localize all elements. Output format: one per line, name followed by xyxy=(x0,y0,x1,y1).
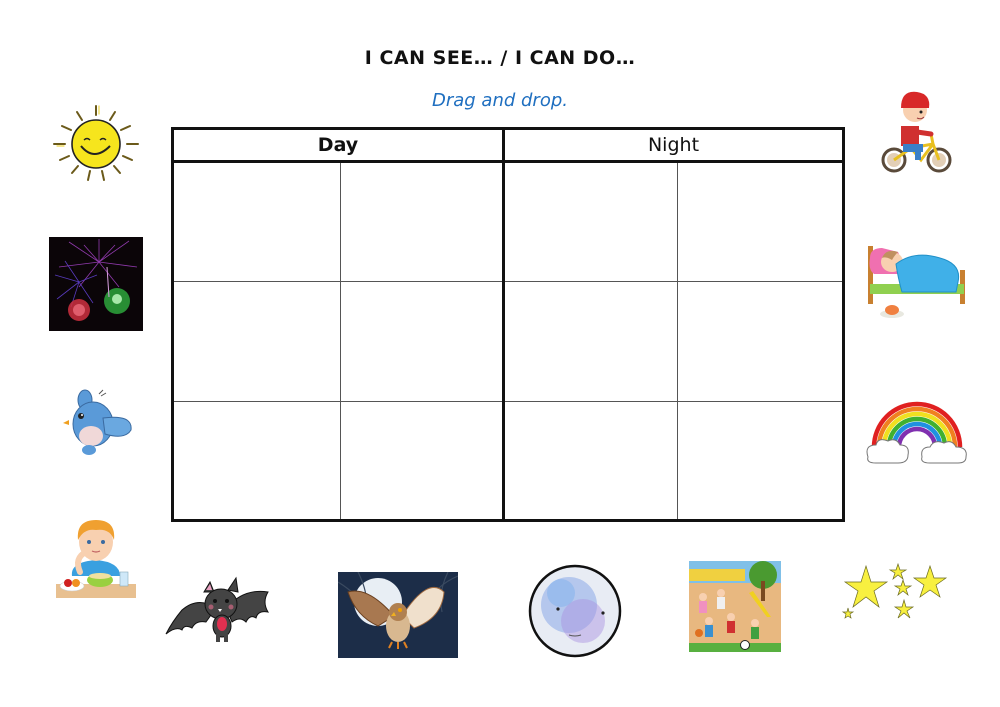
boy-eating-icon xyxy=(56,520,136,598)
worksheet-title: I CAN SEE… / I CAN DO… xyxy=(364,47,636,69)
card-moon[interactable] xyxy=(527,563,623,659)
drop-zone-day[interactable] xyxy=(174,402,340,519)
card-sun[interactable] xyxy=(44,100,148,188)
card-owl[interactable] xyxy=(338,572,458,658)
bird-icon xyxy=(63,389,132,455)
drop-zone-night[interactable] xyxy=(505,163,677,281)
playground-icon xyxy=(689,561,781,652)
drop-zone-night[interactable] xyxy=(505,282,677,401)
sun-icon xyxy=(53,105,139,181)
card-rainbow[interactable] xyxy=(864,395,970,471)
card-stars[interactable] xyxy=(838,558,950,626)
drop-zone-night[interactable] xyxy=(678,163,842,281)
column-header-night: Night xyxy=(647,134,700,156)
drop-zone-day[interactable] xyxy=(341,402,502,519)
drop-zone-day[interactable] xyxy=(341,282,502,401)
owl-icon xyxy=(338,572,458,658)
instruction-text: Drag and drop. xyxy=(431,90,568,111)
card-bike[interactable] xyxy=(881,86,953,178)
moon-icon xyxy=(528,564,622,658)
fireworks-icon xyxy=(49,237,143,331)
stars-icon xyxy=(841,562,948,619)
drop-zone-day[interactable] xyxy=(341,163,502,281)
rainbow-icon xyxy=(866,401,967,464)
card-playground[interactable] xyxy=(689,561,781,652)
card-bat[interactable] xyxy=(164,574,278,648)
drop-zone-night[interactable] xyxy=(678,402,842,519)
drop-zone-night[interactable] xyxy=(505,402,677,519)
drop-zone-day[interactable] xyxy=(174,282,340,401)
drop-zone-day[interactable] xyxy=(174,163,340,281)
card-sleeping[interactable] xyxy=(864,228,972,322)
card-bird[interactable] xyxy=(55,382,135,464)
boy-on-bike-icon xyxy=(881,91,952,173)
sorting-table: Day Night xyxy=(171,127,845,522)
sleeping-child-icon xyxy=(868,246,965,318)
bat-icon xyxy=(165,576,270,642)
card-boy-eating[interactable] xyxy=(50,514,142,602)
column-header-day: Day xyxy=(317,134,359,156)
drop-zone-night[interactable] xyxy=(678,282,842,401)
card-fireworks[interactable] xyxy=(49,237,143,331)
